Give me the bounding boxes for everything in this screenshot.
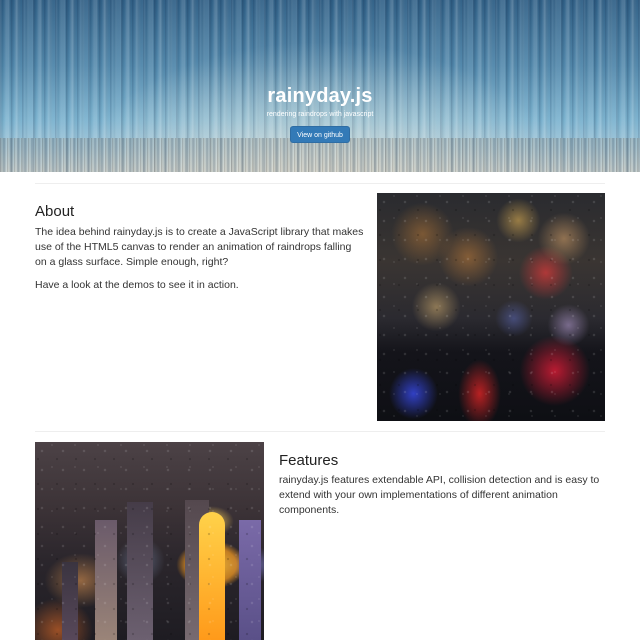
skyline-tower [199,512,225,640]
about-rain-city-image [377,193,605,421]
features-paragraph: rainyday.js features extendable API, col… [279,474,600,516]
skyline-tower [185,500,209,640]
view-on-github-button[interactable]: View on github [290,126,350,143]
skyline-tower [239,520,261,640]
skyline-tower [62,562,78,640]
features-heading: Features [279,452,339,469]
page-subtitle: rendering raindrops with javascript [266,111,374,118]
section-divider [35,431,605,432]
skyline-tower [95,520,117,640]
about-heading: About [35,203,75,220]
section-divider [35,183,605,184]
skyline-tower [127,502,153,640]
about-paragraph-2: Have a look at the demos to see it in ac… [35,279,239,291]
hero-banner: rainyday.js rendering raindrops with jav… [0,0,640,172]
page-title: rainyday.js [267,85,373,107]
features-rain-skyline-image [35,442,264,640]
hero-content: rainyday.js rendering raindrops with jav… [0,84,640,143]
about-paragraph-1: The idea behind rainyday.js is to create… [35,226,364,268]
